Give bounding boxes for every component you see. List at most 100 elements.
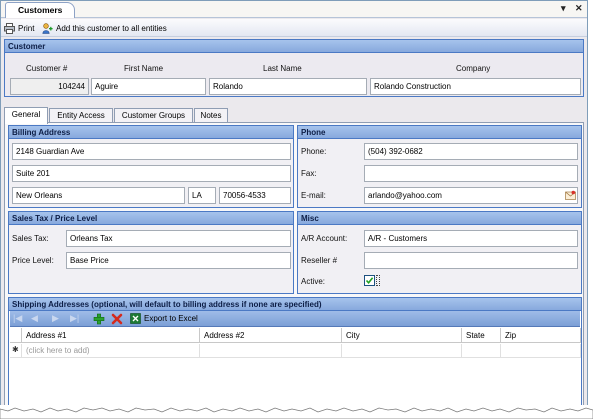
sales-tax-body: Sales Tax: Orleans Tax Price Level: Base…: [9, 225, 293, 293]
phone-group: Phone Phone: (504) 392-0682 Fax: E-mail:…: [297, 125, 582, 208]
export-to-excel-label: Export to Excel: [144, 314, 198, 323]
column-header-state-label: State: [466, 331, 485, 340]
general-tab-panel: Billing Address 2148 Guardian Ave Suite …: [4, 122, 584, 410]
column-header-address2-label: Address #2: [204, 331, 245, 340]
window-title: Customers: [18, 5, 63, 15]
email-field[interactable]: arlando@yahoo.com: [364, 187, 578, 204]
new-row-marker: ✱: [10, 344, 22, 358]
document-tab-strip: Customers ▾ ✕: [1, 1, 587, 18]
first-name-label: First Name: [124, 64, 164, 73]
torn-edge: [0, 405, 593, 419]
last-record-icon[interactable]: ▶|: [70, 313, 79, 324]
customer-group-body: Customer # First Name Last Name Company …: [5, 53, 583, 96]
column-header-zip[interactable]: Zip: [501, 328, 581, 343]
email-label: E-mail:: [301, 191, 326, 200]
toolbar: Print Add this customer to all entities: [1, 19, 587, 37]
tab-notes[interactable]: Notes: [194, 108, 228, 123]
export-to-excel-button[interactable]: Export to Excel: [130, 312, 198, 325]
price-level-field[interactable]: Base Price: [66, 252, 291, 269]
tab-general[interactable]: General: [4, 107, 48, 124]
billing-address-group: Billing Address 2148 Guardian Ave Suite …: [8, 125, 294, 208]
customer-number-field: 104244: [10, 78, 89, 95]
new-row-state-cell[interactable]: [462, 344, 501, 358]
new-row-city-cell[interactable]: [342, 344, 462, 358]
billing-address-body: 2148 Guardian Ave Suite 201 New Orleans …: [9, 139, 293, 207]
phone-field[interactable]: (504) 392-0682: [364, 143, 578, 160]
shipping-addresses-header: Shipping Addresses (optional, will defau…: [9, 298, 581, 311]
tab-entity-access-label: Entity Access: [57, 111, 105, 120]
tab-customer-groups-label: Customer Groups: [121, 111, 186, 120]
fax-field[interactable]: [364, 165, 578, 182]
focus-indicator: [376, 275, 380, 286]
billing-line1-field[interactable]: 2148 Guardian Ave: [12, 143, 291, 160]
misc-group: Misc A/R Account: A/R - Customers Resell…: [297, 211, 582, 294]
misc-header: Misc: [298, 212, 581, 225]
delete-record-icon[interactable]: [111, 313, 123, 325]
column-header-address1-label: Address #1: [26, 331, 67, 340]
customer-number-label: Customer #: [26, 64, 68, 73]
column-header-zip-label: Zip: [505, 331, 517, 340]
add-customer-icon: [42, 22, 53, 34]
billing-zip-field[interactable]: 70056-4533: [219, 187, 291, 204]
print-label: Print: [18, 23, 35, 33]
new-row-zip-cell[interactable]: [501, 344, 581, 358]
customer-group: Customer Customer # First Name Last Name…: [4, 39, 584, 97]
sales-tax-field[interactable]: Orleans Tax: [66, 230, 291, 247]
company-label: Company: [456, 64, 491, 73]
tab-customer-groups[interactable]: Customer Groups: [114, 108, 193, 123]
grid-navigator-toolbar: |◀ ◀ ▶ ▶| Export to Excel: [10, 311, 580, 327]
grid-empty-area: [10, 359, 580, 407]
customers-window: Customers ▾ ✕ Print Add this customer to…: [0, 0, 588, 411]
print-button[interactable]: Print: [4, 21, 34, 35]
excel-icon: [130, 313, 141, 324]
column-header-state[interactable]: State: [462, 328, 501, 343]
active-checkbox[interactable]: [364, 275, 375, 286]
tab-entity-access[interactable]: Entity Access: [49, 108, 113, 123]
phone-label: Phone:: [301, 147, 327, 156]
billing-state-field[interactable]: LA: [188, 187, 216, 204]
close-icon[interactable]: ✕: [575, 3, 583, 14]
billing-city-field[interactable]: New Orleans: [12, 187, 185, 204]
column-header-city-label: City: [346, 331, 360, 340]
fax-label: Fax:: [301, 169, 317, 178]
printer-icon: [4, 22, 15, 34]
misc-body: A/R Account: A/R - Customers Reseller # …: [298, 225, 581, 293]
customer-group-header: Customer: [5, 40, 583, 53]
billing-line2-field[interactable]: Suite 201: [12, 165, 291, 182]
send-email-icon[interactable]: [565, 190, 576, 201]
reseller-label: Reseller #: [301, 256, 338, 265]
last-name-label: Last Name: [263, 64, 302, 73]
first-name-field[interactable]: Aguire: [91, 78, 206, 95]
first-record-icon[interactable]: |◀: [13, 313, 22, 324]
add-to-all-entities-button[interactable]: Add this customer to all entities: [42, 21, 167, 35]
new-row-address2-cell[interactable]: [200, 344, 342, 358]
add-new-row-cell[interactable]: (click here to add): [22, 344, 200, 358]
last-name-field[interactable]: Rolando: [209, 78, 367, 95]
window-menu-icon[interactable]: ▾: [561, 3, 566, 14]
customers-document-tab[interactable]: Customers: [5, 2, 75, 18]
phone-header: Phone: [298, 126, 581, 139]
previous-record-icon[interactable]: ◀: [31, 313, 38, 324]
row-selector-header: [10, 328, 22, 343]
reseller-field[interactable]: [364, 252, 578, 269]
add-to-all-entities-label: Add this customer to all entities: [56, 23, 167, 33]
tab-notes-label: Notes: [200, 111, 222, 120]
active-label: Active:: [301, 277, 326, 286]
column-header-address1[interactable]: Address #1: [22, 328, 200, 343]
tab-general-label: General: [11, 110, 41, 119]
add-record-icon[interactable]: [93, 313, 105, 325]
company-field[interactable]: Rolando Construction: [370, 78, 581, 95]
ar-account-label: A/R Account:: [301, 234, 348, 243]
checkmark-icon: [365, 277, 374, 285]
next-record-icon[interactable]: ▶: [52, 313, 59, 324]
phone-body: Phone: (504) 392-0682 Fax: E-mail: arlan…: [298, 139, 581, 207]
column-header-city[interactable]: City: [342, 328, 462, 343]
price-level-label: Price Level:: [12, 256, 54, 265]
shipping-addresses-group: Shipping Addresses (optional, will defau…: [8, 297, 582, 409]
sales-tax-header: Sales Tax / Price Level: [9, 212, 293, 225]
sales-tax-label: Sales Tax:: [12, 234, 49, 243]
column-header-address2[interactable]: Address #2: [200, 328, 342, 343]
ar-account-field[interactable]: A/R - Customers: [364, 230, 578, 247]
sales-tax-group: Sales Tax / Price Level Sales Tax: Orlea…: [8, 211, 294, 294]
billing-address-header: Billing Address: [9, 126, 293, 139]
